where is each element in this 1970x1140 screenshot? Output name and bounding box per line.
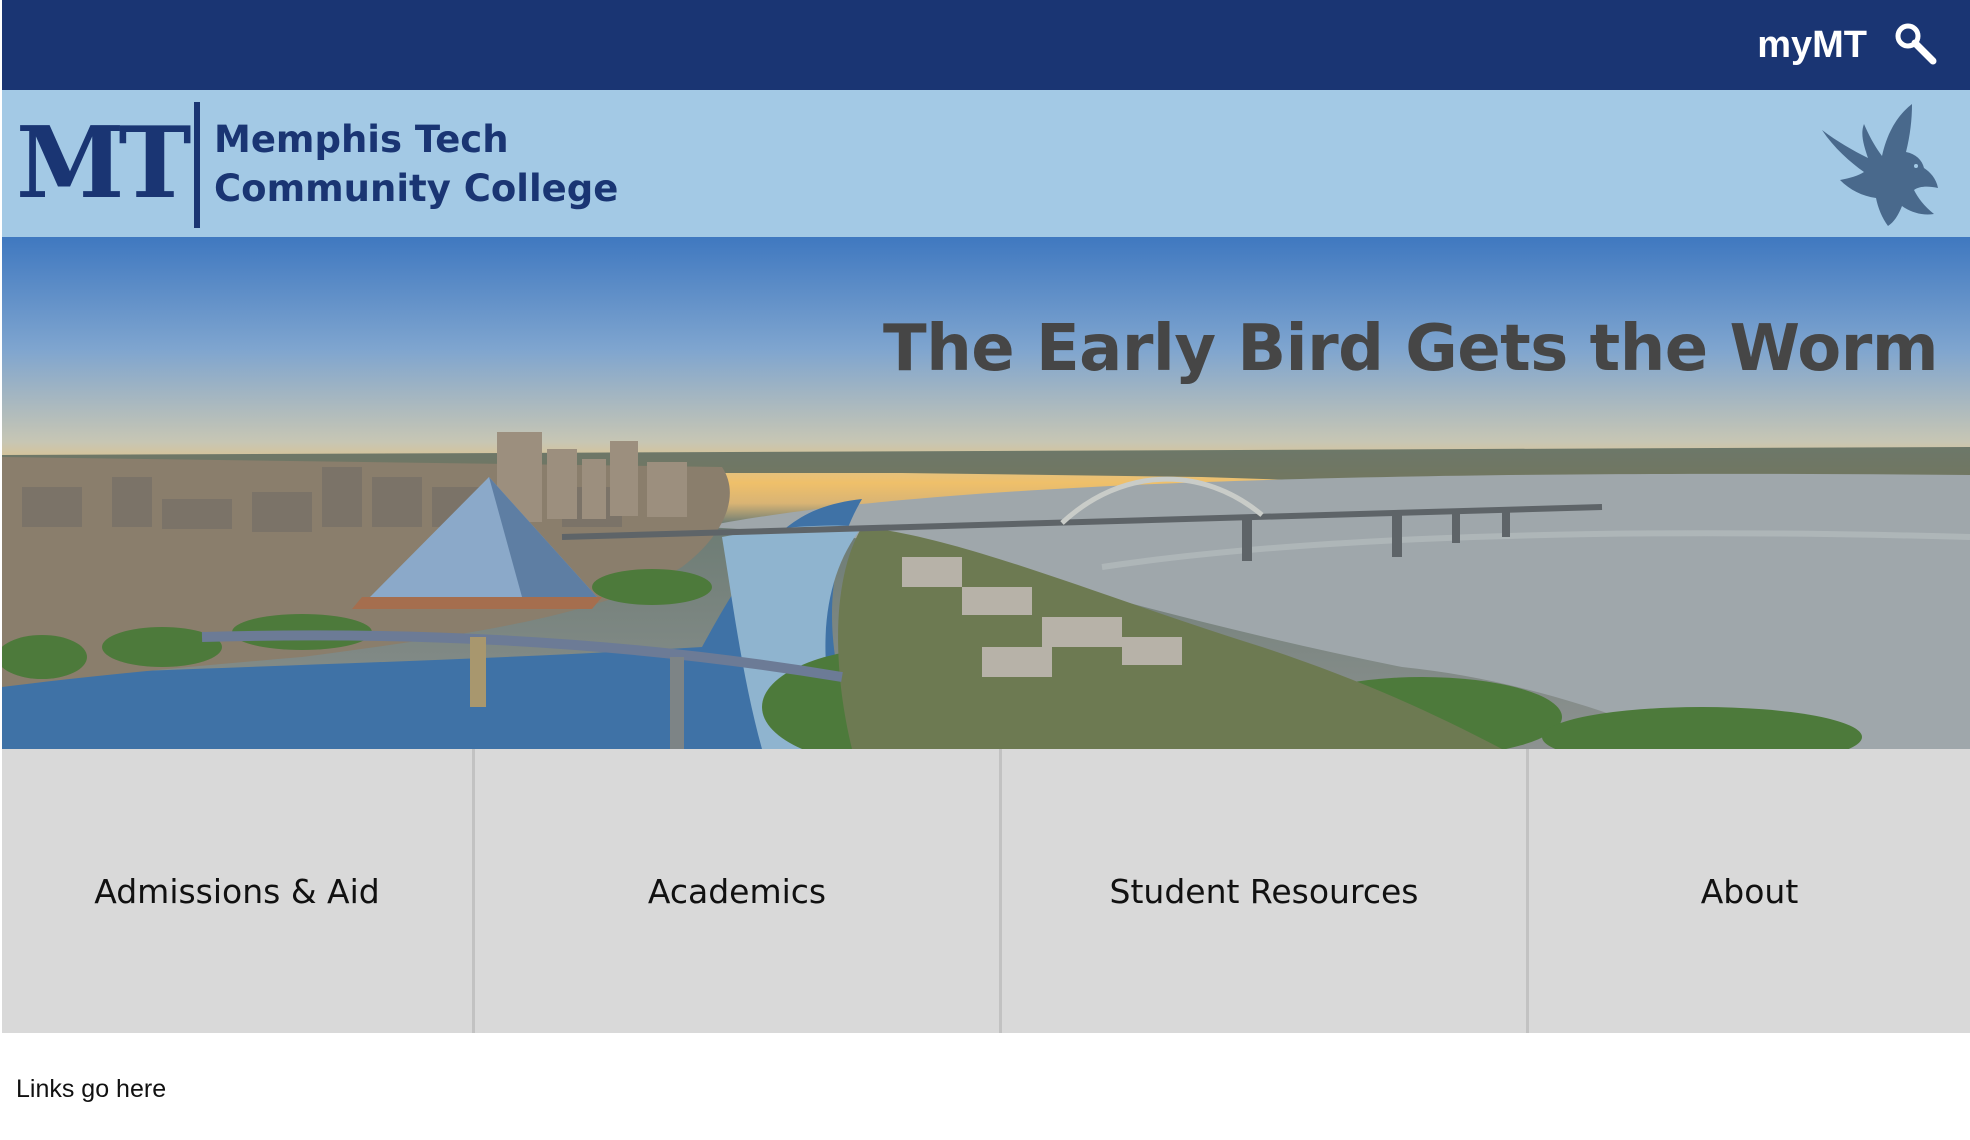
bird-icon — [1822, 104, 1938, 226]
nav-tile-admissions-aid[interactable]: Admissions & Aid — [2, 749, 472, 1033]
nav-tile-student-resources[interactable]: Student Resources — [999, 749, 1526, 1033]
mymt-link[interactable]: myMT — [1757, 20, 1867, 70]
links-placeholder-text: Links go here — [16, 1075, 167, 1103]
logo-divider — [194, 102, 200, 228]
college-name-line2: Community College — [214, 167, 619, 210]
main-nav: Admissions & Aid Academics Student Resou… — [2, 749, 1970, 1033]
logo-mark: MT — [16, 106, 191, 221]
nav-tile-about[interactable]: About — [1526, 749, 1970, 1033]
hero-banner: The Early Bird Gets the Worm — [2, 237, 1970, 749]
brand-banner: MT Memphis Tech Community College — [2, 90, 1970, 237]
college-name: Memphis Tech Community College — [214, 115, 618, 213]
nav-tile-academics[interactable]: Academics — [472, 749, 999, 1033]
magnifier-icon — [1895, 23, 1937, 65]
search-button[interactable] — [1892, 20, 1942, 70]
top-bar: myMT — [2, 0, 1970, 90]
hero-headline: The Early Bird Gets the Worm — [883, 312, 1938, 386]
page: myMT MT Memphis Tech Community College T… — [2, 0, 1970, 1140]
college-logo-link[interactable]: MT Memphis Tech Community College — [2, 90, 618, 237]
college-name-line1: Memphis Tech — [214, 118, 509, 161]
